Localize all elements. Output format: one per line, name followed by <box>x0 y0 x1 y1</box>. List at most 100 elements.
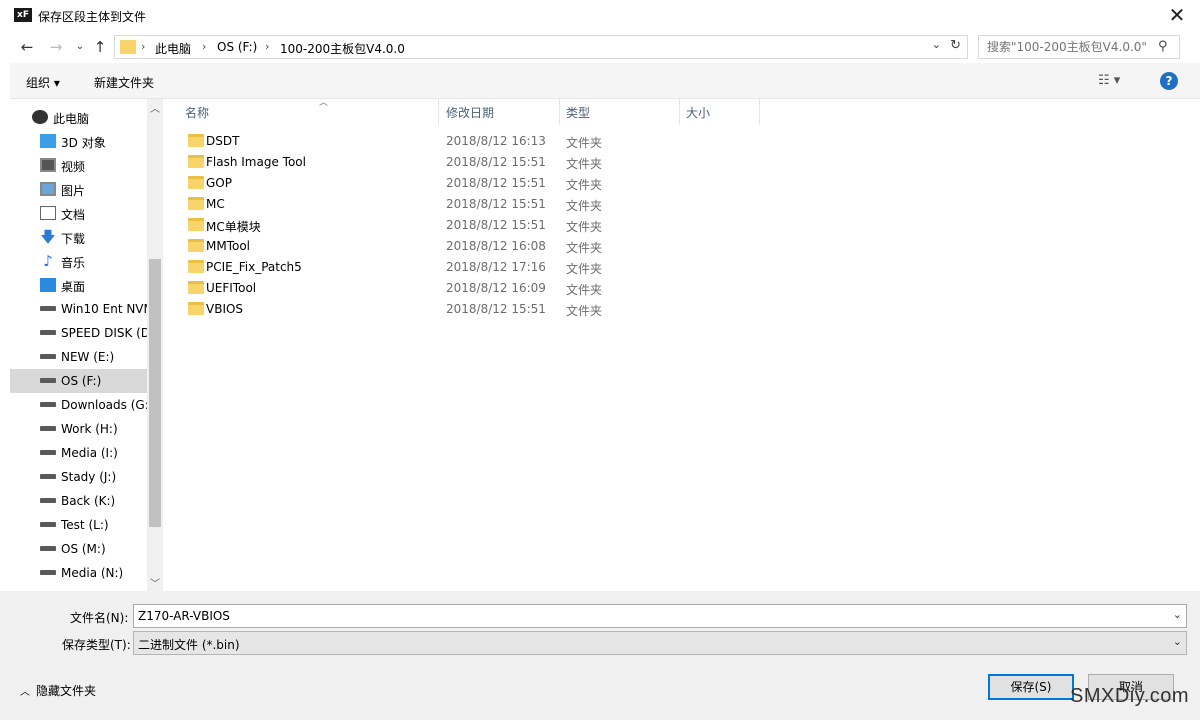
folder-icon <box>188 239 204 252</box>
sidebar-item-label: 文档 <box>61 208 86 222</box>
sidebar-item-3d-objects[interactable]: 3D 对象 <box>10 129 147 153</box>
sidebar-item-drive-c[interactable]: Win10 Ent NVM <box>10 297 147 321</box>
column-header-label: 大小 <box>686 106 711 120</box>
picture-icon <box>40 182 56 196</box>
sidebar-item-drive-j[interactable]: Stady (J:) <box>10 465 147 489</box>
breadcrumb-separator-icon[interactable]: › <box>265 40 269 53</box>
column-header-size[interactable]: 大小 <box>680 99 760 125</box>
file-type: 文件夹 <box>566 178 603 192</box>
search-icon[interactable]: ⚲ <box>1158 39 1168 54</box>
sidebar-item-label: Media (N:) <box>61 566 124 580</box>
breadcrumb-separator-icon[interactable]: › <box>202 40 206 53</box>
sidebar-item-this-pc[interactable]: 此电脑 <box>10 105 147 129</box>
column-header-date[interactable]: 修改日期 <box>440 99 560 125</box>
sidebar-item-label: OS (F:) <box>61 374 102 388</box>
table-row[interactable]: Flash Image Tool 2018/8/12 15:51 文件夹 <box>163 152 763 173</box>
file-date: 2018/8/12 15:51 <box>446 176 546 190</box>
column-header-name[interactable]: ︿ 名称 <box>179 98 439 125</box>
table-row[interactable]: MC单模块 2018/8/12 15:51 文件夹 <box>163 215 763 236</box>
drive-icon <box>40 498 56 503</box>
table-row[interactable]: MC 2018/8/12 15:51 文件夹 <box>163 194 763 215</box>
table-row[interactable]: MMTool 2018/8/12 16:08 文件夹 <box>163 236 763 257</box>
music-icon: ♪ <box>43 252 53 270</box>
sidebar-item-drive-g[interactable]: Downloads (G: <box>10 393 147 417</box>
scroll-down-icon[interactable]: ﹀ <box>150 575 160 590</box>
file-type: 文件夹 <box>566 220 603 234</box>
sidebar-item-label: Stady (J:) <box>61 470 117 484</box>
table-row[interactable]: GOP 2018/8/12 15:51 文件夹 <box>163 173 763 194</box>
breadcrumb-this-pc[interactable]: 此电脑 <box>155 40 191 57</box>
desktop-icon <box>40 278 56 292</box>
chevron-down-icon[interactable]: ⌄ <box>1173 635 1182 648</box>
hide-folders-toggle[interactable]: ︿ 隐藏文件夹 <box>20 682 96 699</box>
title-bar: xF 保存区段主体到文件 ✕ <box>0 0 1200 31</box>
sidebar-item-videos[interactable]: 视频 <box>10 153 147 177</box>
forward-arrow-icon[interactable]: → <box>46 37 66 57</box>
file-name: GOP <box>206 176 232 190</box>
search-input[interactable] <box>978 35 1180 59</box>
help-icon[interactable]: ? <box>1160 72 1178 90</box>
file-type: 文件夹 <box>566 262 603 276</box>
up-arrow-icon[interactable]: ↑ <box>90 37 110 57</box>
filetype-select[interactable]: 二进制文件 (*.bin) ⌄ <box>133 631 1187 655</box>
breadcrumb-separator-icon[interactable]: › <box>141 40 145 53</box>
breadcrumb-current-folder[interactable]: 100-200主板包V4.0.0 <box>280 40 405 57</box>
file-date: 2018/8/12 15:51 <box>446 218 546 232</box>
drive-icon <box>40 378 56 383</box>
sidebar-item-label: 下载 <box>61 232 86 246</box>
command-toolbar: 组织 ▾ 新建文件夹 ☷ ▾ ? <box>10 63 1200 99</box>
table-row[interactable]: VBIOS 2018/8/12 15:51 文件夹 <box>163 299 763 320</box>
sidebar-item-documents[interactable]: 文档 <box>10 201 147 225</box>
column-header-type[interactable]: 类型 <box>560 99 680 125</box>
refresh-icon[interactable]: ↻ <box>950 38 961 53</box>
file-date: 2018/8/12 15:51 <box>446 155 546 169</box>
address-dropdown-icon[interactable]: ⌄ <box>932 38 941 51</box>
sidebar-item-drive-n[interactable]: Media (N:) <box>10 561 147 585</box>
chevron-down-icon[interactable]: ⌄ <box>1173 608 1182 621</box>
folder-icon <box>120 40 136 54</box>
file-name: Flash Image Tool <box>206 155 306 169</box>
pc-icon <box>32 110 48 124</box>
sidebar-item-drive-k[interactable]: Back (K:) <box>10 489 147 513</box>
sidebar-item-label: 3D 对象 <box>61 136 106 150</box>
filename-value: Z170-AR-VBIOS <box>138 609 230 623</box>
back-arrow-icon[interactable]: ← <box>17 37 37 57</box>
table-row[interactable]: UEFITool 2018/8/12 16:09 文件夹 <box>163 278 763 299</box>
sidebar-item-music[interactable]: ♪ 音乐 <box>10 249 147 273</box>
folder-icon <box>188 218 204 231</box>
sidebar-item-drive-f[interactable]: OS (F:) <box>10 369 147 393</box>
organize-menu-button[interactable]: 组织 ▾ <box>26 74 60 91</box>
view-options-icon[interactable]: ☷ ▾ <box>1098 73 1120 88</box>
file-type: 文件夹 <box>566 136 603 150</box>
window-title: 保存区段主体到文件 <box>38 10 147 24</box>
sidebar-item-pictures[interactable]: 图片 <box>10 177 147 201</box>
breadcrumb-drive-f[interactable]: OS (F:) <box>217 40 257 54</box>
table-row[interactable]: PCIE_Fix_Patch5 2018/8/12 17:16 文件夹 <box>163 257 763 278</box>
file-list: ︿ 名称 修改日期 类型 大小 DSDT 2018/8/12 16:13 文件夹… <box>163 98 1200 591</box>
sidebar-item-drive-l[interactable]: Test (L:) <box>10 513 147 537</box>
file-date: 2018/8/12 16:08 <box>446 239 546 253</box>
scrollbar-thumb[interactable] <box>149 259 161 527</box>
address-bar[interactable]: › 此电脑 › OS (F:) › 100-200主板包V4.0.0 ⌄ ↻ <box>114 35 968 59</box>
sidebar-item-label: Win10 Ent NVM <box>61 302 147 316</box>
sidebar-item-drive-e[interactable]: NEW (E:) <box>10 345 147 369</box>
filetype-label: 保存类型(T): <box>62 638 131 652</box>
scroll-up-icon[interactable]: ︿ <box>150 100 160 115</box>
filename-input[interactable]: Z170-AR-VBIOS ⌄ <box>133 604 1187 628</box>
save-button[interactable]: 保存(S) <box>988 674 1074 700</box>
sidebar-item-drive-i[interactable]: Media (I:) <box>10 441 147 465</box>
app-icon: xF <box>14 8 32 22</box>
sidebar-item-label: NEW (E:) <box>61 350 115 364</box>
drive-icon <box>40 306 56 311</box>
table-row[interactable]: DSDT 2018/8/12 16:13 文件夹 <box>163 131 763 152</box>
sidebar-item-desktop[interactable]: 桌面 <box>10 273 147 297</box>
sidebar-item-drive-m[interactable]: OS (M:) <box>10 537 147 561</box>
recent-locations-chevron-icon[interactable]: ⌄ <box>70 37 90 57</box>
folder-icon <box>188 260 204 273</box>
sidebar-item-drive-d[interactable]: SPEED DISK (D <box>10 321 147 345</box>
sidebar-item-drive-h[interactable]: Work (H:) <box>10 417 147 441</box>
sidebar-scrollbar[interactable]: ︿ ﹀ <box>147 99 163 591</box>
new-folder-button[interactable]: 新建文件夹 <box>94 74 154 91</box>
close-icon[interactable]: ✕ <box>1166 4 1188 26</box>
sidebar-item-downloads[interactable]: 🡇 下载 <box>10 225 147 249</box>
